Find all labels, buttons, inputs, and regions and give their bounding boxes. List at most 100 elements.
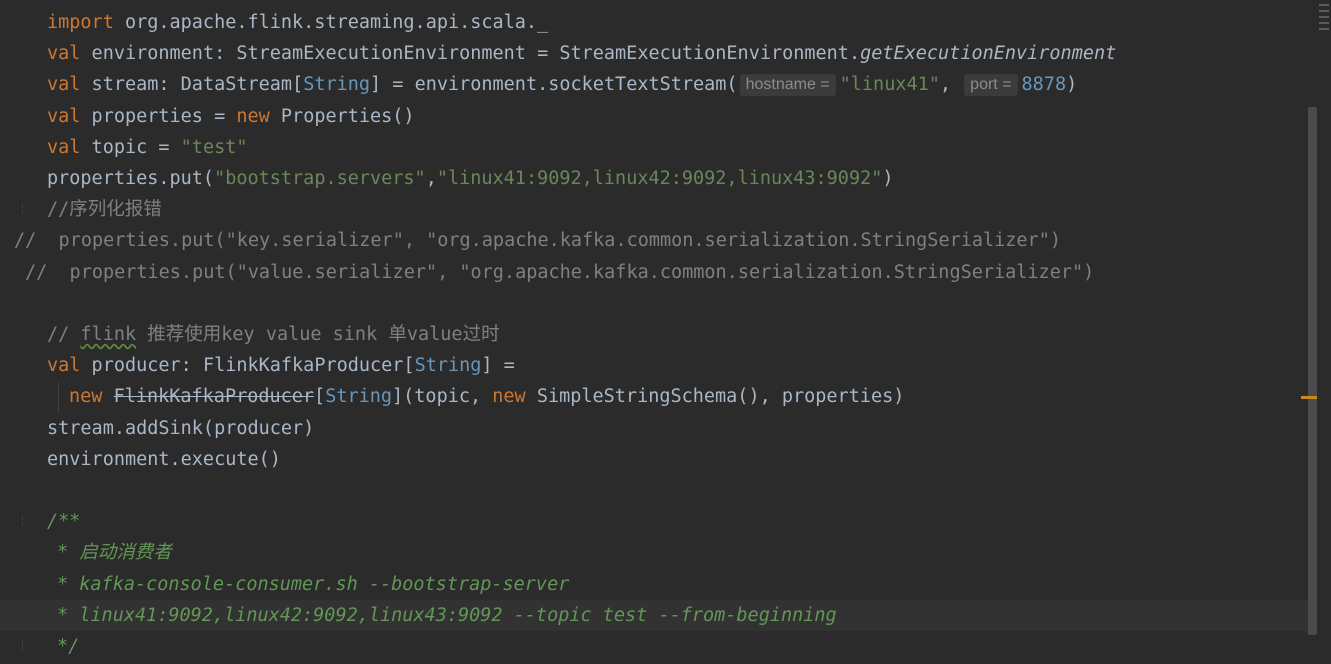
code-line[interactable]: stream.addSink(producer) <box>0 413 1310 444</box>
code-token: * <box>57 542 80 564</box>
code-token: 8878 <box>1021 74 1067 96</box>
code-token: [ <box>314 386 326 408</box>
code-token: getExecutionEnvironment <box>860 43 1117 65</box>
code-line[interactable]: properties.put("bootstrap.servers","linu… <box>0 163 1310 194</box>
code-line[interactable] <box>0 288 1310 319</box>
code-line[interactable]: val properties = new Properties() <box>0 101 1310 132</box>
code-line[interactable]: val environment: StreamExecutionEnvironm… <box>0 38 1310 69</box>
code-token: producer: FlinkKafkaProducer[ <box>80 355 415 377</box>
code-token: environment: StreamExecutionEnvironment … <box>80 43 861 65</box>
code-token: stream.addSink(producer) <box>47 417 315 439</box>
code-line[interactable]: //序列化报错 <box>0 194 1310 225</box>
code-token: val <box>47 355 81 377</box>
code-line[interactable]: * linux41:9092,linux42:9092,linux43:9092… <box>0 599 1310 631</box>
code-token: ] = <box>481 355 515 377</box>
code-line-content: // properties.put("value.serializer", "o… <box>25 257 1094 288</box>
code-token: key value sink <box>221 324 389 345</box>
code-line-content: * kafka-console-consumer.sh --bootstrap-… <box>57 569 569 600</box>
code-line-content: * 启动消费者 <box>57 537 172 568</box>
code-line[interactable]: new FlinkKafkaProducer[String](topic, ne… <box>0 381 1310 412</box>
code-line-content: // flink 推荐使用key value sink 单value过时 <box>47 319 500 350</box>
code-token: ](topic, <box>392 386 493 408</box>
code-line-content: import org.apache.flink.streaming.api.sc… <box>47 7 548 38</box>
code-line-content: stream.addSink(producer) <box>47 413 314 444</box>
code-line-content: val properties = new Properties() <box>47 101 415 132</box>
code-token: environment.execute() <box>47 448 281 470</box>
code-token: flink <box>80 324 137 345</box>
code-line-content: val stream: DataStream[String] = environ… <box>47 69 1077 100</box>
scrollbar-thumb[interactable] <box>1308 107 1317 635</box>
code-token: import <box>47 12 114 33</box>
code-token: ) <box>882 168 894 189</box>
code-token: "linux41" <box>839 74 940 96</box>
code-token: * kafka-console-consumer.sh --bootstrap-… <box>57 573 570 595</box>
inspection-summary[interactable] <box>1319 0 1329 46</box>
code-token: Properties() <box>269 105 415 127</box>
parameter-hint: port = <box>964 74 1018 97</box>
code-line-content: environment.execute() <box>47 444 281 475</box>
code-line-content: val topic = "test" <box>47 132 248 163</box>
code-token: new <box>69 386 103 408</box>
code-token: // <box>47 199 70 221</box>
code-line-content: */ <box>57 631 79 662</box>
code-line[interactable]: val topic = "test" <box>0 132 1310 163</box>
code-token: // <box>47 324 81 345</box>
code-token: SimpleStringSchema(), properties) <box>525 386 905 408</box>
code-line-content: //序列化报错 <box>47 194 162 225</box>
code-token: "bootstrap.servers" <box>214 168 426 189</box>
code-line[interactable]: /** <box>0 506 1310 537</box>
code-editor[interactable]: import org.apache.flink.streaming.api.sc… <box>0 0 1331 664</box>
code-token: String <box>325 386 393 408</box>
code-token: "linux41:9092,linux42:9092,linux43:9092" <box>436 168 883 189</box>
code-line[interactable]: // flink 推荐使用key value sink 单value过时 <box>0 319 1310 350</box>
code-line-content: properties.put("bootstrap.servers","linu… <box>47 163 894 194</box>
code-token: val <box>47 136 81 158</box>
code-line-content: /** <box>47 506 80 537</box>
code-token: /** <box>47 511 81 533</box>
code-token: topic = <box>80 136 181 158</box>
code-token: value <box>406 324 463 345</box>
code-token: new <box>236 105 270 127</box>
code-line-content: val producer: FlinkKafkaProducer[String]… <box>47 350 515 381</box>
code-token: new <box>492 386 526 408</box>
code-token: properties.put( <box>47 168 215 189</box>
code-line[interactable] <box>0 475 1310 506</box>
code-line[interactable]: // properties.put("key.serializer", "org… <box>0 225 1310 256</box>
code-token: String <box>303 74 371 96</box>
code-line[interactable]: import org.apache.flink.streaming.api.sc… <box>0 7 1310 38</box>
code-token: 推荐使用 <box>147 324 222 345</box>
code-token: FlinkKafkaProducer <box>113 386 315 408</box>
code-token: properties = <box>80 105 237 127</box>
code-token: 单 <box>388 324 407 345</box>
code-line[interactable]: environment.execute() <box>0 444 1310 475</box>
code-line[interactable]: * kafka-console-consumer.sh --bootstrap-… <box>0 569 1310 600</box>
code-token: , <box>939 74 963 96</box>
code-line[interactable]: val stream: DataStream[String] = environ… <box>0 69 1310 100</box>
code-token: 过时 <box>462 324 500 345</box>
code-token: val <box>47 43 81 65</box>
code-token: org.apache.flink.streaming.api.scala._ <box>113 12 549 33</box>
warning-marker[interactable] <box>1301 396 1317 399</box>
code-line[interactable]: // properties.put("value.serializer", "o… <box>0 257 1310 288</box>
code-line-content: * linux41:9092,linux42:9092,linux43:9092… <box>57 600 837 631</box>
code-line-content: // properties.put("key.serializer", "org… <box>14 225 1061 256</box>
code-token: , <box>425 168 437 189</box>
code-line[interactable]: val producer: FlinkKafkaProducer[String]… <box>0 350 1310 381</box>
code-token: ] = environment.socketTextStream( <box>370 74 738 96</box>
code-line-content: new FlinkKafkaProducer[String](topic, ne… <box>69 381 904 412</box>
code-line[interactable]: */ <box>0 631 1310 662</box>
code-token: val <box>47 74 81 96</box>
code-token: 序列化报错 <box>69 199 162 221</box>
code-token: val <box>47 105 81 127</box>
code-token: // properties.put("value.serializer", "o… <box>25 261 1095 283</box>
code-token: // properties.put("key.serializer", "org… <box>14 230 1061 252</box>
code-token: String <box>414 355 482 377</box>
code-token: ) <box>1066 74 1078 96</box>
code-token: 启动消费者 <box>79 542 172 564</box>
code-token: stream: DataStream[ <box>80 74 304 96</box>
code-line[interactable]: * 启动消费者 <box>0 537 1310 568</box>
parameter-hint: hostname = <box>739 74 836 97</box>
vertical-scrollbar[interactable] <box>1307 0 1319 664</box>
